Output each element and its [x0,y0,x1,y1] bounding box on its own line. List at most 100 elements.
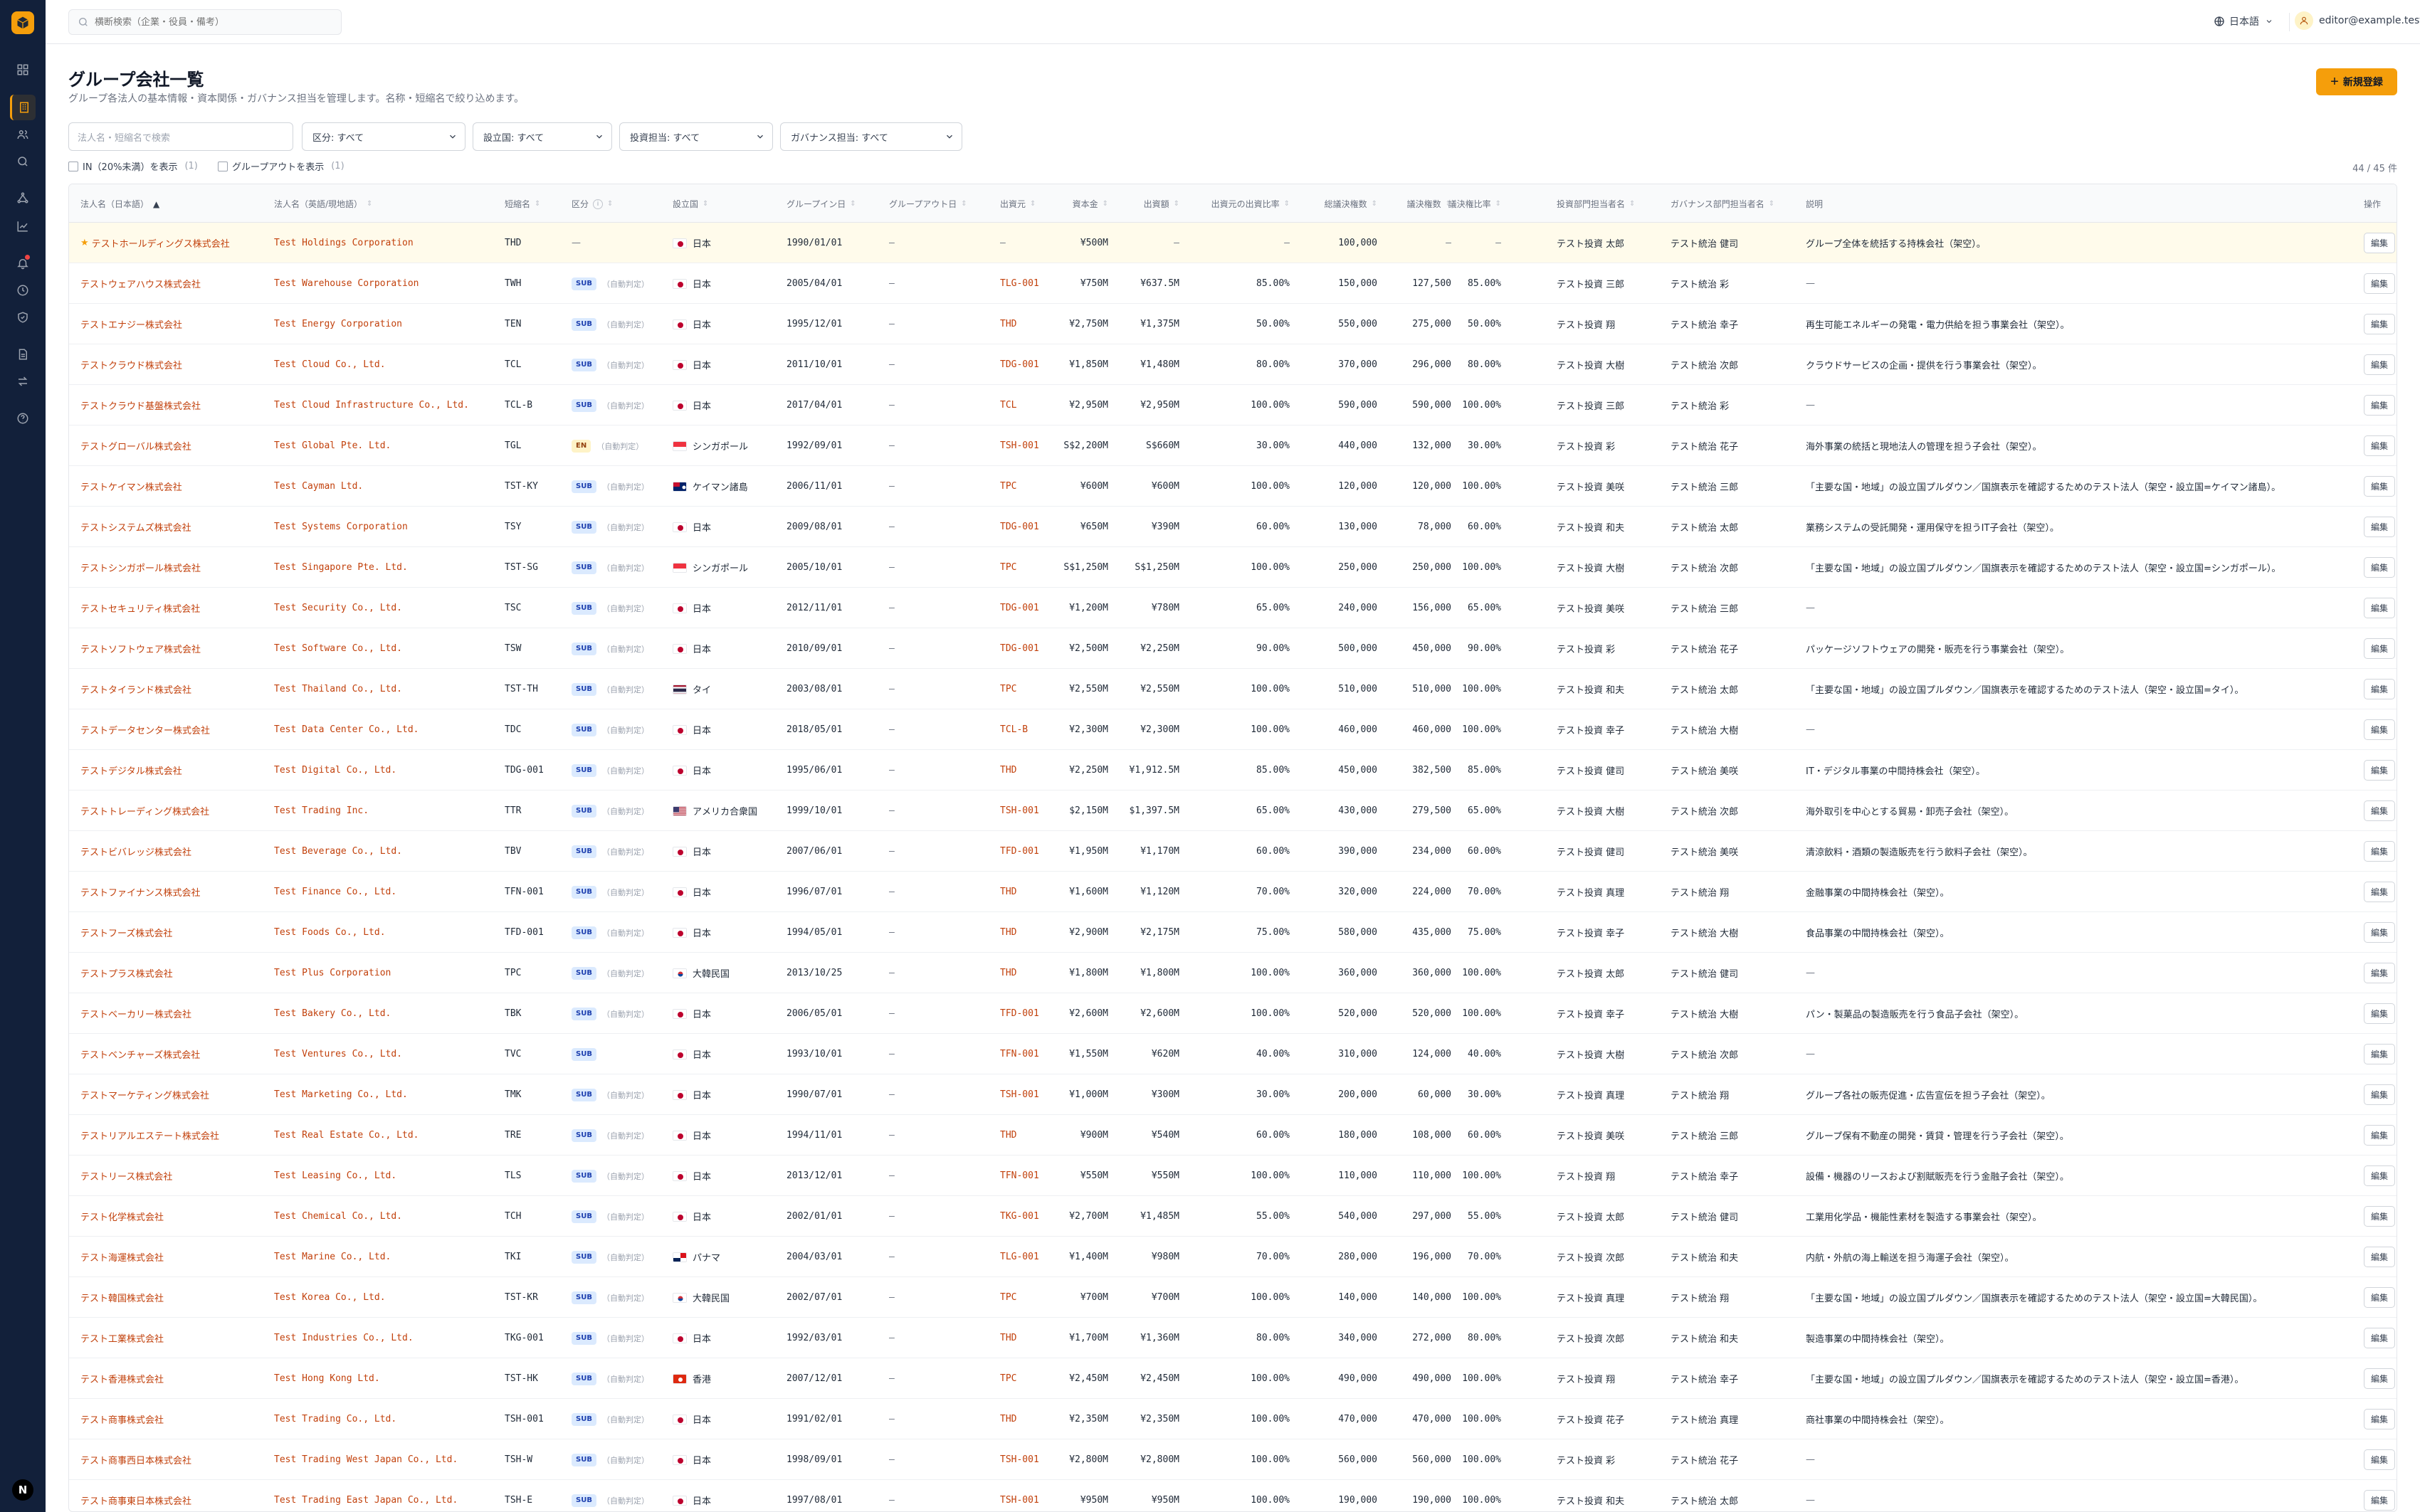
table-row[interactable]: テストエナジー株式会社 Test Energy Corporation TEN SUB… [69,304,2397,344]
edit-button[interactable]: 編集 [2364,1044,2395,1064]
edit-button[interactable]: 編集 [2364,1247,2395,1267]
sort-icon[interactable]: ⇕ [367,200,372,208]
parent-link[interactable]: TPC [1000,1373,1016,1384]
company-name-en-link[interactable]: Test Foods Co., Ltd. [274,927,386,938]
company-name-en-link[interactable]: Test Trading Inc. [274,805,369,816]
table-row[interactable]: テストファイナンス株式会社 Test Finance Co., Ltd. TFN-0… [69,872,2397,912]
parent-link[interactable]: TLG-001 [1000,278,1039,289]
table-row[interactable]: テストクラウド基盤株式会社 Test Cloud Infrastructure C… [69,385,2397,425]
column-header[interactable]: 法人名（英語/現地語） ⇕ [274,198,488,210]
table-row[interactable]: テストケイマン株式会社 Test Cayman Ltd. TST-KY SUB （自動判… [69,466,2397,507]
company-name-link[interactable]: テストグローバル株式会社 [80,439,191,453]
company-name-en-link[interactable]: Test Software Co., Ltd. [274,643,402,654]
company-name-link[interactable]: テストリース株式会社 [80,1169,172,1183]
table-row[interactable]: テストベンチャーズ株式会社 Test Ventures Co., Ltd. TVC S… [69,1034,2397,1074]
edit-button[interactable]: 編集 [2364,1003,2395,1024]
user-menu[interactable]: editor@example.test [2295,11,2420,30]
parent-link[interactable]: TDG-001 [1000,643,1039,654]
edit-button[interactable]: 編集 [2364,679,2395,699]
parent-link[interactable]: TLG-001 [1000,1252,1039,1262]
edit-button[interactable]: 編集 [2364,1490,2395,1511]
parent-link[interactable]: TSH-001 [1000,1454,1039,1465]
company-name-en-link[interactable]: Test Cloud Infrastructure Co., Ltd. [274,400,469,411]
column-header[interactable]: 資本金 ⇕ [1058,198,1108,210]
table-row[interactable]: テストトレーディング株式会社 Test Trading Inc. TTR SUB （自動… [69,791,2397,831]
table-row[interactable]: テストシステムズ株式会社 Test Systems Corporation TSY S… [69,507,2397,547]
company-name-en-link[interactable]: Test Finance Co., Ltd. [274,887,396,897]
edit-button[interactable]: 編集 [2364,963,2395,983]
edit-button[interactable]: 編集 [2364,882,2395,902]
company-name-link[interactable]: テスト海運株式会社 [80,1250,164,1264]
company-name-link[interactable]: テスト化学株式会社 [80,1210,164,1223]
company-name-en-link[interactable]: Test Marine Co., Ltd. [274,1252,391,1262]
company-name-link[interactable]: テストトレーディング株式会社 [80,804,209,818]
sort-icon[interactable]: ⇕ [1103,200,1108,208]
column-header[interactable]: 出資額 ⇕ [1115,198,1179,210]
company-name-link[interactable]: テスト韓国株式会社 [80,1291,164,1304]
column-header[interactable]: 法人名（日本語） ▲ [80,198,258,210]
show-in-toggle[interactable]: IN（20%未満）を表示 (1) [68,159,198,173]
table-row[interactable]: テストグローバル株式会社 Test Global Pte. Ltd. TGL EN （自… [69,425,2397,466]
company-name-link[interactable]: テストウェアハウス株式会社 [80,277,201,290]
company-name-link[interactable]: テストファイナンス株式会社 [80,885,200,899]
edit-button[interactable]: 編集 [2364,476,2395,497]
parent-link[interactable]: TDG-001 [1000,522,1039,532]
investment-filter-select[interactable]: 投資担当: すべて [619,122,773,151]
company-name-en-link[interactable]: Test Real Estate Co., Ltd. [274,1130,419,1141]
column-header[interactable]: 出資元の出資比率 ⇕ [1187,198,1290,210]
table-row[interactable]: テストリース株式会社 Test Leasing Co., Ltd. TLS SUB （自… [69,1156,2397,1196]
edit-button[interactable]: 編集 [2364,314,2395,334]
edit-button[interactable]: 編集 [2364,557,2395,578]
table-row[interactable]: テストウェアハウス株式会社 Test Warehouse Corporation T… [69,263,2397,304]
company-name-en-link[interactable]: Test Energy Corporation [274,319,402,329]
table-row[interactable]: テスト商事株式会社 Test Trading Co., Ltd. TSH-001 SU… [69,1399,2397,1439]
edit-button[interactable]: 編集 [2364,922,2395,943]
column-header[interactable]: 短縮名 ⇕ [505,198,562,210]
edit-button[interactable]: 編集 [2364,800,2395,821]
parent-link[interactable]: TCL-B [1000,724,1028,735]
parent-link[interactable]: TPC [1000,562,1016,573]
edit-button[interactable]: 編集 [2364,1287,2395,1308]
parent-link[interactable]: THD [1000,1333,1016,1343]
company-name-en-link[interactable]: Test Marketing Co., Ltd. [274,1089,408,1100]
swap-icon[interactable] [10,369,36,394]
table-row[interactable]: テスト商事西日本株式会社 Test Trading West Japan Co.,… [69,1439,2397,1480]
table-row[interactable]: テスト工業株式会社 Test Industries Co., Ltd. TKG-00… [69,1318,2397,1358]
edit-button[interactable]: 編集 [2364,435,2395,456]
company-name-en-link[interactable]: Test Trading Co., Ltd. [274,1414,396,1424]
sort-icon[interactable]: ⇕ [607,200,613,208]
new-company-button[interactable]: + 新規登録 [2316,68,2397,95]
company-name-link[interactable]: テストクラウド基盤株式会社 [80,398,201,412]
company-name-link[interactable]: テスト商事株式会社 [80,1412,164,1426]
company-name-en-link[interactable]: Test Systems Corporation [274,522,408,532]
company-name-en-link[interactable]: Test Cloud Co., Ltd. [274,359,386,370]
parent-link[interactable]: TKG-001 [1000,1211,1039,1222]
company-name-link[interactable]: テストシステムズ株式会社 [80,520,191,534]
company-name-en-link[interactable]: Test Data Center Co., Ltd. [274,724,419,735]
company-name-link[interactable]: テストクラウド株式会社 [80,358,182,371]
table-row[interactable]: ★ テストホールディングス株式会社 Test Holdings Corporatio… [69,223,2397,263]
edit-button[interactable]: 編集 [2364,1125,2395,1146]
table-row[interactable]: テストシンガポール株式会社 Test Singapore Pte. Ltd. TST… [69,547,2397,588]
table-row[interactable]: テストビバレッジ株式会社 Test Beverage Co., Ltd. TBV SU… [69,831,2397,872]
company-name-link[interactable]: テストプラス株式会社 [80,966,173,980]
sort-icon[interactable]: ⇕ [961,200,967,208]
table-row[interactable]: テストソフトウェア株式会社 Test Software Co., Ltd. TSW S… [69,628,2397,669]
company-name-en-link[interactable]: Test Bakery Co., Ltd. [274,1008,391,1019]
parent-link[interactable]: THD [1000,927,1016,938]
sort-icon[interactable]: ⇕ [1629,200,1635,208]
column-header[interactable]: 議決権数 ⇕ [1384,198,1451,210]
company-name-link[interactable]: テストベンチャーズ株式会社 [80,1047,200,1061]
company-name-link[interactable]: テストセキュリティ株式会社 [80,601,200,615]
company-name-en-link[interactable]: Test Industries Co., Ltd. [274,1333,414,1343]
table-row[interactable]: テストデータセンター株式会社 Test Data Center Co., Ltd.… [69,709,2397,750]
parent-link[interactable]: THD [1000,1414,1016,1424]
table-row[interactable]: テストマーケティング株式会社 Test Marketing Co., Ltd. TM… [69,1074,2397,1115]
company-name-en-link[interactable]: Test Plus Corporation [274,968,391,978]
company-name-en-link[interactable]: Test Digital Co., Ltd. [274,765,396,776]
company-name-link[interactable]: テストケイマン株式会社 [80,480,182,493]
sort-icon[interactable]: ⇕ [1174,200,1179,208]
document-icon[interactable] [10,342,36,367]
column-header[interactable]: ガバナンス部門担当者名 ⇕ [1671,198,1806,210]
edit-button[interactable]: 編集 [2364,1409,2395,1429]
